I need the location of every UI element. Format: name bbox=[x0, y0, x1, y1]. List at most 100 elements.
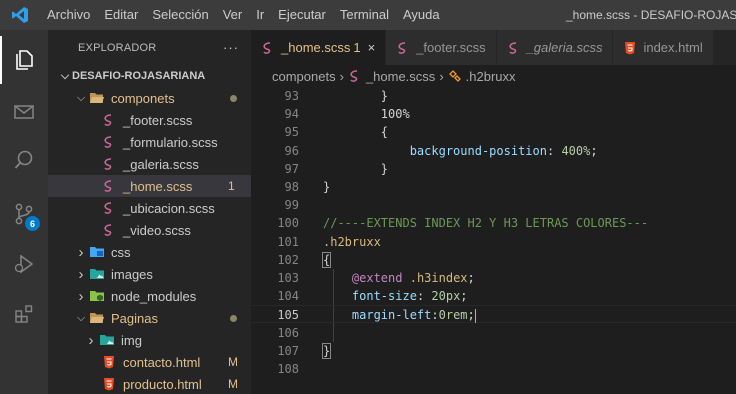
tree-file-formulario-scss[interactable]: _formulario.scss bbox=[48, 131, 251, 153]
menu-ver[interactable]: Ver bbox=[216, 0, 250, 30]
code-text: .h2bruxx bbox=[323, 233, 381, 251]
code-text: } bbox=[323, 87, 388, 105]
code-token: 20px bbox=[431, 289, 461, 304]
breadcrumb-symbol[interactable]: .h2bruxx bbox=[466, 69, 516, 84]
menu-ejecutar[interactable]: Ejecutar bbox=[271, 0, 333, 30]
code-token: { bbox=[321, 251, 332, 268]
tree-item-label: _home.scss bbox=[123, 178, 193, 194]
run-debug-icon[interactable] bbox=[0, 240, 48, 288]
code-line[interactable]: 94 100% bbox=[251, 105, 736, 123]
tree-file-ubicacion-scss[interactable]: _ubicacion.scss bbox=[48, 197, 251, 219]
tree-file-contacto-html[interactable]: contacto.html M bbox=[48, 351, 251, 373]
code-token: 0rem bbox=[438, 308, 468, 323]
code-line[interactable]: 100 //----EXTENDS INDEX H2 Y H3 LETRAS CO… bbox=[251, 214, 736, 232]
tree-folder-images[interactable]: › images bbox=[48, 263, 251, 285]
menu-terminal[interactable]: Terminal bbox=[333, 0, 396, 30]
more-actions-icon[interactable]: ··· bbox=[223, 40, 239, 55]
file-status-badge: M bbox=[228, 355, 238, 369]
menu-archivo[interactable]: Archivo bbox=[40, 0, 97, 30]
code-token: 100% bbox=[380, 107, 410, 122]
tree-folder-paginas[interactable]: ⌵ Paginas bbox=[48, 307, 251, 329]
html-file-icon bbox=[623, 41, 637, 55]
code-token: : bbox=[546, 143, 562, 158]
menu-ayuda[interactable]: Ayuda bbox=[396, 0, 447, 30]
tree-file-video-scss[interactable]: _video.scss bbox=[48, 219, 251, 241]
code-line[interactable]: 95 { bbox=[251, 123, 736, 141]
tree-file-footer-scss[interactable]: _footer.scss bbox=[48, 109, 251, 131]
tree-item-label: _formulario.scss bbox=[123, 134, 218, 150]
code-line[interactable]: 98} bbox=[251, 178, 736, 196]
tree-item-label: img bbox=[121, 332, 142, 348]
code-line[interactable]: 103 @extend .h3index; bbox=[251, 269, 736, 287]
code-line[interactable]: 96 background-position: 400%; bbox=[251, 142, 736, 160]
code-line[interactable]: 106 bbox=[251, 324, 736, 342]
line-number: 97 bbox=[284, 161, 299, 176]
chevron-right-icon: › bbox=[78, 287, 84, 305]
line-number: 100 bbox=[277, 216, 299, 231]
sass-file-icon bbox=[100, 113, 118, 127]
code-token: ; bbox=[467, 308, 475, 323]
breadcrumb-file[interactable]: _home.scss bbox=[366, 69, 435, 84]
code-line[interactable]: 104 font-size: 20px; bbox=[251, 287, 736, 305]
symbol-class-icon bbox=[448, 69, 462, 83]
tab-footer-scss[interactable]: _footer.scss bbox=[386, 30, 497, 65]
tree-item-label: css bbox=[111, 244, 131, 260]
file-status-badge: M bbox=[228, 377, 238, 391]
tab-index-html[interactable]: index.html bbox=[613, 30, 714, 65]
explorer-header: EXPLORADOR ··· bbox=[48, 30, 251, 65]
code-line[interactable]: 108 bbox=[251, 360, 736, 378]
line-number: 103 bbox=[277, 271, 299, 285]
code-line[interactable]: 97 } bbox=[251, 160, 736, 178]
source-control-icon[interactable]: 6 bbox=[0, 190, 48, 238]
mail-icon[interactable] bbox=[0, 88, 48, 136]
code-line[interactable]: 101 .h2bruxx bbox=[251, 233, 736, 251]
tab-galeria-scss[interactable]: _galeria.scss bbox=[496, 30, 614, 65]
breadcrumb-folder[interactable]: componets bbox=[272, 69, 336, 84]
text-cursor bbox=[474, 308, 476, 323]
vscode-logo-icon[interactable] bbox=[0, 0, 40, 30]
line-number: 108 bbox=[277, 362, 299, 376]
tab-home-scss[interactable]: _home.scss 1 × bbox=[251, 30, 387, 65]
tree-file-producto-html[interactable]: producto.html M bbox=[48, 373, 251, 394]
code-line[interactable]: 93 } bbox=[251, 87, 736, 105]
menu-editar[interactable]: Editar bbox=[97, 0, 145, 30]
code-token: } bbox=[323, 180, 331, 194]
code-line[interactable]: 99 bbox=[251, 196, 736, 214]
tree-file-home-scss[interactable]: _home.scss 1 bbox=[48, 175, 251, 197]
menu-selecci-n[interactable]: Selección bbox=[145, 0, 215, 30]
tree-file-galeria-scss[interactable]: _galeria.scss bbox=[48, 153, 251, 175]
code-text: background-position: 400%; bbox=[323, 142, 598, 160]
menu-ir[interactable]: Ir bbox=[249, 0, 271, 30]
sass-file-icon bbox=[100, 179, 118, 193]
close-icon[interactable]: × bbox=[368, 40, 376, 55]
tree-folder-img[interactable]: › img bbox=[48, 329, 251, 351]
explorer-icon[interactable] bbox=[0, 36, 48, 84]
tree-item-label: componets bbox=[111, 90, 175, 106]
project-root[interactable]: ⌵ DESAFIO-ROJASARIANA bbox=[48, 65, 251, 87]
code-text: } bbox=[323, 160, 388, 178]
project-name: DESAFIO-ROJASARIANA bbox=[72, 70, 206, 82]
search-icon[interactable] bbox=[0, 136, 48, 184]
editor-tabs: _home.scss 1 × _footer.scss _galeria.scss ind… bbox=[251, 30, 736, 65]
code-editor[interactable]: 93 } 94 100% 95 {96 background-position: 4… bbox=[251, 87, 736, 394]
line-number: 93 bbox=[284, 89, 299, 103]
tree-folder-node-modules[interactable]: › node_modules bbox=[48, 285, 251, 307]
tree-folder-componets[interactable]: ⌵ componets bbox=[48, 87, 251, 109]
tree-item-label: Paginas bbox=[111, 310, 158, 326]
tree-item-label: producto.html bbox=[123, 376, 202, 392]
line-number: 106 bbox=[277, 325, 299, 340]
code-line[interactable]: 105 margin-left:0rem; bbox=[251, 305, 736, 324]
extensions-icon[interactable] bbox=[0, 290, 48, 338]
css-folder-icon bbox=[88, 245, 106, 259]
folder-open-icon bbox=[88, 311, 106, 325]
line-number: 99 bbox=[284, 198, 299, 213]
chevron-down-icon: ⌵ bbox=[60, 69, 70, 82]
code-line[interactable]: 107} bbox=[251, 342, 736, 360]
tree-folder-css[interactable]: › css bbox=[48, 241, 251, 263]
tree-item-label: _video.scss bbox=[123, 222, 191, 238]
code-line[interactable]: 102 { bbox=[251, 251, 736, 269]
